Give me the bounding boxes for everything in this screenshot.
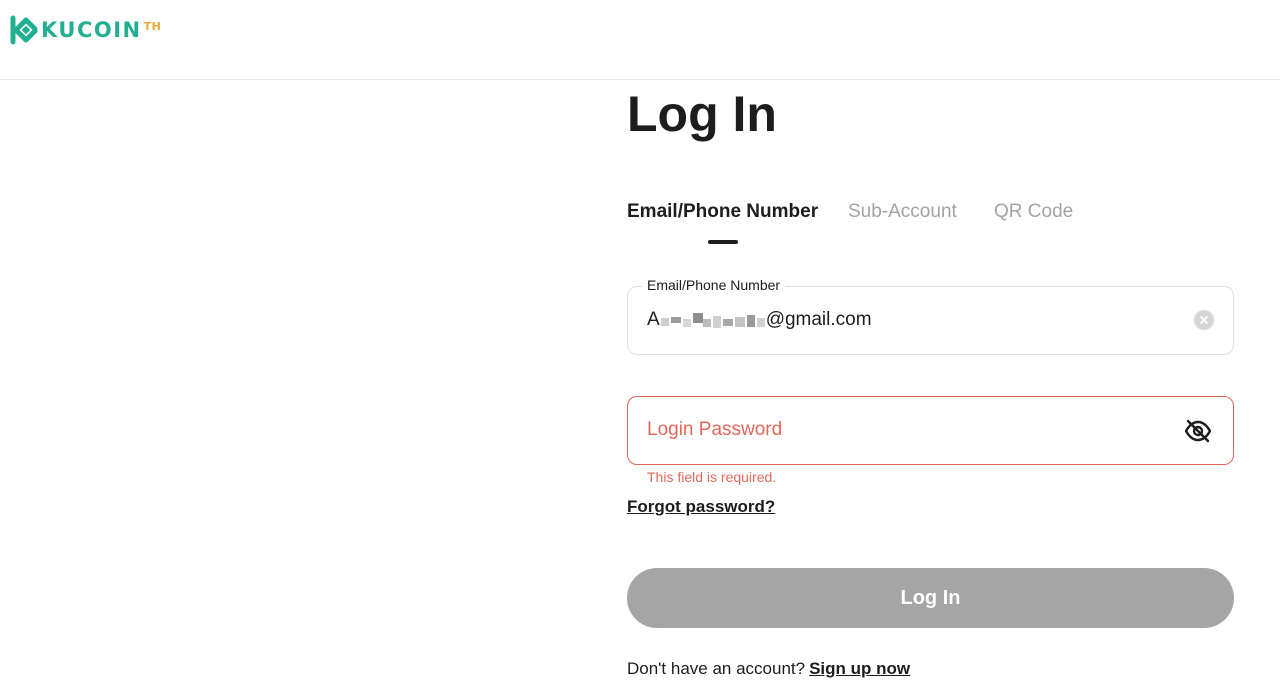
pixelated-redaction xyxy=(660,313,765,329)
email-field-label: Email/Phone Number xyxy=(642,276,786,294)
active-tab-indicator xyxy=(708,240,738,244)
tab-email-phone[interactable]: Email/Phone Number xyxy=(627,200,818,224)
top-header: KUCOIN TH xyxy=(0,0,1280,80)
tab-qr-code[interactable]: QR Code xyxy=(994,200,1073,224)
email-field[interactable]: Email/Phone Number A @gmail.com xyxy=(627,276,1234,355)
signup-prompt-row: Don't have an account? Sign up now xyxy=(627,658,910,680)
password-placeholder[interactable]: Login Password xyxy=(647,418,782,442)
signup-prompt-text: Don't have an account? xyxy=(627,659,806,678)
kucoin-logo-icon xyxy=(10,15,38,45)
logo-region: TH xyxy=(143,20,162,33)
logo-wordmark: KUCOIN xyxy=(41,18,142,42)
password-field[interactable]: Login Password xyxy=(627,396,1234,465)
page-title: Log In xyxy=(627,86,777,142)
sign-up-link[interactable]: Sign up now xyxy=(809,659,910,678)
kucoin-logo[interactable]: KUCOIN TH xyxy=(10,14,161,48)
password-error-message: This field is required. xyxy=(647,469,777,485)
clear-icon[interactable] xyxy=(1194,310,1214,330)
eye-off-icon[interactable] xyxy=(1183,417,1213,445)
tab-sub-account[interactable]: Sub-Account xyxy=(848,200,957,224)
email-input-value[interactable]: A @gmail.com xyxy=(647,308,872,332)
email-value-end: @gmail.com xyxy=(765,309,872,330)
forgot-password-link[interactable]: Forgot password? xyxy=(627,496,775,518)
log-in-button[interactable]: Log In xyxy=(627,568,1234,628)
email-value-start: A xyxy=(647,309,660,330)
